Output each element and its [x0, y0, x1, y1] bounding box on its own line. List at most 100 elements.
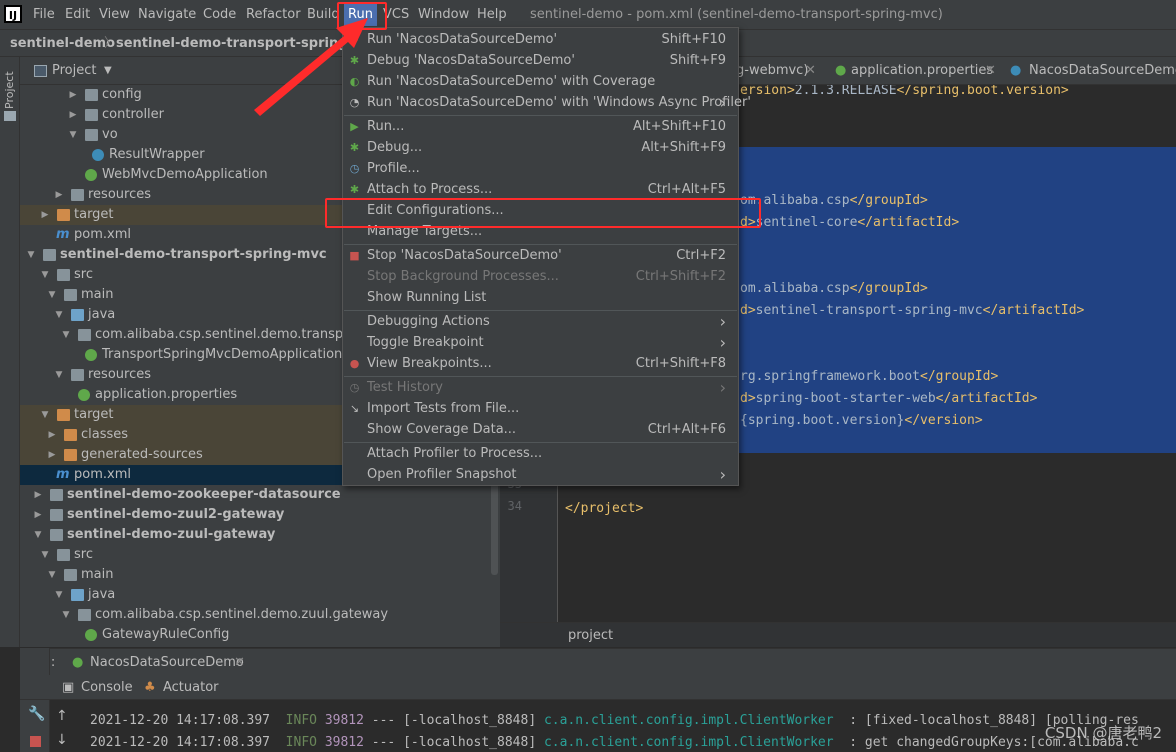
folder-icon	[71, 309, 84, 321]
tree-label: pom.xml	[74, 227, 131, 242]
chevron-down-icon[interactable]: ▼	[47, 565, 57, 585]
tree-label: src	[74, 267, 93, 282]
module-icon	[43, 249, 56, 261]
folder-icon	[57, 269, 70, 281]
chevron-right-icon[interactable]: ▶	[47, 425, 57, 445]
run-menu-item[interactable]: ■ Stop 'NacosDataSourceDemo' Ctrl+F2	[343, 245, 738, 266]
run-menu-item[interactable]: ◔ Run 'NacosDataSourceDemo' with 'Windows…	[343, 92, 751, 113]
chevron-down-icon[interactable]: ▼	[40, 545, 50, 565]
tree-item-main[interactable]: ▼ main	[20, 565, 500, 585]
run-menu-item[interactable]: ● View Breakpoints... Ctrl+Shift+F8	[343, 353, 738, 374]
code-text: 2.1.3.RELEASE	[794, 85, 897, 98]
breadcrumb-project[interactable]: sentinel-demo	[10, 30, 115, 57]
tree-item-module-zookeeper[interactable]: ▶ sentinel-demo-zookeeper-datasource	[20, 485, 500, 505]
close-icon[interactable]: ✕	[985, 57, 996, 85]
chevron-down-icon[interactable]: ▼	[54, 585, 64, 605]
code-text: om.alibaba.csp	[740, 281, 850, 296]
tree-label: GatewayRuleConfig	[102, 627, 230, 642]
close-icon[interactable]: ✕	[805, 57, 816, 85]
chevron-down-icon[interactable]: ▼	[68, 125, 78, 145]
code-line: om.alibaba.csp</groupId>	[740, 278, 928, 300]
log-timestamp: 2021-12-20 14:17:08.397	[90, 713, 271, 728]
tree-item-module-zuul[interactable]: ▼ sentinel-demo-zuul-gateway	[20, 525, 500, 545]
run-menu-item[interactable]: Show Running List	[343, 287, 738, 308]
chevron-down-icon[interactable]: ▼	[40, 265, 50, 285]
chevron-right-icon[interactable]: ▶	[68, 105, 78, 125]
chevron-right-icon[interactable]: ▶	[33, 505, 43, 525]
run-config-tab[interactable]: NacosDataSourceDemo	[90, 649, 244, 676]
run-menu-item[interactable]: ↻Run 'NacosDataSourceDemo'Shift+F10	[343, 29, 738, 50]
spring-config-icon: ●	[835, 63, 847, 78]
chevron-right-icon[interactable]: ▶	[54, 185, 64, 205]
chevron-down-icon[interactable]: ▼	[54, 365, 64, 385]
history-icon: ◷	[349, 381, 360, 394]
chevron-down-icon[interactable]: ▼	[47, 285, 57, 305]
chevron-down-icon[interactable]: ▼	[26, 245, 36, 265]
run-menu-item[interactable]: Attach Profiler to Process...	[343, 443, 738, 464]
tab-pom-webmvc[interactable]: g-webmvc)	[736, 57, 808, 85]
console-output[interactable]: ↑ ↓ 2021-12-20 14:17:08.397 INFO 39812 -…	[50, 700, 1176, 752]
menu-view[interactable]: View	[99, 0, 130, 29]
tree-label: java	[88, 587, 116, 602]
log-logger: c.a.n.client.config.impl.ClientWorker	[543, 735, 834, 750]
scroll-up-icon[interactable]: ↑	[56, 708, 68, 724]
run-menu-item[interactable]: ✱ Debug 'NacosDataSourceDemo' Shift+F9	[343, 50, 738, 71]
run-menu-item[interactable]: ✱ Attach to Process... Ctrl+Alt+F5	[343, 179, 738, 200]
stop-icon[interactable]	[30, 736, 41, 747]
run-menu-item[interactable]: ✱ Debug... Alt+Shift+F9	[343, 137, 738, 158]
code-tag: </artifactId>	[935, 391, 1038, 406]
chevron-down-icon[interactable]: ▼	[61, 325, 71, 345]
window-title: sentinel-demo - pom.xml (sentinel-demo-t…	[530, 7, 943, 22]
code-tag: </groupId>	[920, 369, 999, 384]
folder-icon	[64, 429, 77, 441]
tree-item-gatewayruleconfig[interactable]: GatewayRuleConfig	[20, 625, 500, 645]
menu-code[interactable]: Code	[203, 0, 236, 29]
chevron-right-icon[interactable]: ▶	[47, 445, 57, 465]
folder-icon	[85, 89, 98, 101]
code-text: rg.springframework.boot	[740, 369, 921, 384]
run-menu-item[interactable]: Show Coverage Data... Ctrl+Alt+F6	[343, 419, 738, 440]
chevron-down-icon[interactable]: ▼	[54, 305, 64, 325]
tab-console[interactable]: Console	[81, 675, 133, 700]
run-menu-item[interactable]: Open Profiler Snapshot ›	[343, 464, 738, 485]
run-menu-item[interactable]: ↘ Import Tests from File...	[343, 398, 738, 419]
chevron-down-icon[interactable]: ▼	[61, 605, 71, 625]
code-line: rg.springframework.boot</groupId>	[740, 366, 998, 388]
chevron-down-icon[interactable]: ▼	[40, 405, 50, 425]
breadcrumb-project-tag[interactable]: project	[568, 623, 613, 648]
tree-item-java[interactable]: ▼ java	[20, 585, 500, 605]
chevron-right-icon[interactable]: ▶	[68, 85, 78, 105]
tree-label: java	[88, 307, 116, 322]
tree-item-src[interactable]: ▼ src	[20, 545, 500, 565]
menu-window[interactable]: Window	[418, 0, 469, 29]
menu-help[interactable]: Help	[477, 0, 507, 29]
menu-file[interactable]: File	[33, 0, 55, 29]
run-menu-item[interactable]: ◷ Profile...	[343, 158, 738, 179]
tab-nacosdatasourcedemo[interactable]: NacosDataSourceDemo.ja	[1029, 57, 1176, 85]
chevron-down-icon[interactable]: ▼	[104, 57, 112, 85]
menu-navigate[interactable]: Navigate	[138, 0, 196, 29]
tab-actuator[interactable]: Actuator	[163, 675, 219, 700]
run-icon: ▶	[350, 120, 359, 133]
chevron-down-icon[interactable]: ▼	[33, 525, 43, 545]
run-menu-item[interactable]: Toggle Breakpoint ›	[343, 332, 738, 353]
menu-edit[interactable]: Edit	[65, 0, 90, 29]
wrench-icon[interactable]: 🔧	[28, 706, 45, 722]
tab-application-properties[interactable]: application.properties	[851, 57, 993, 85]
tree-label: sentinel-demo-zookeeper-datasource	[67, 487, 341, 502]
tree-item-package-zuul[interactable]: ▼ com.alibaba.csp.sentinel.demo.zuul.gate…	[20, 605, 500, 625]
tree-item-module-zuul2[interactable]: ▶ sentinel-demo-zuul2-gateway	[20, 505, 500, 525]
run-menu-item[interactable]: ▶ Run... Alt+Shift+F10	[343, 116, 738, 137]
intellij-logo-icon: IJ	[4, 5, 22, 23]
watermark: CSDN @唐老鸭2	[1044, 724, 1162, 742]
project-tool-tab[interactable]: Project	[3, 65, 16, 109]
code-line: d>sentinel-core</artifactId>	[740, 212, 959, 234]
scroll-down-icon[interactable]: ↓	[56, 732, 68, 748]
menu-item-shortcut: Alt+Shift+F10	[633, 119, 726, 134]
chevron-right-icon[interactable]: ▶	[33, 485, 43, 505]
run-menu-item[interactable]: ◐ Run 'NacosDataSourceDemo' with Coverage	[343, 71, 738, 92]
chevron-right-icon[interactable]: ▶	[40, 205, 50, 225]
close-icon[interactable]: ✕	[234, 649, 245, 676]
code-line: d>sentinel-transport-spring-mvc</artifac…	[740, 300, 1084, 322]
run-menu-item[interactable]: Debugging Actions ›	[343, 311, 738, 332]
